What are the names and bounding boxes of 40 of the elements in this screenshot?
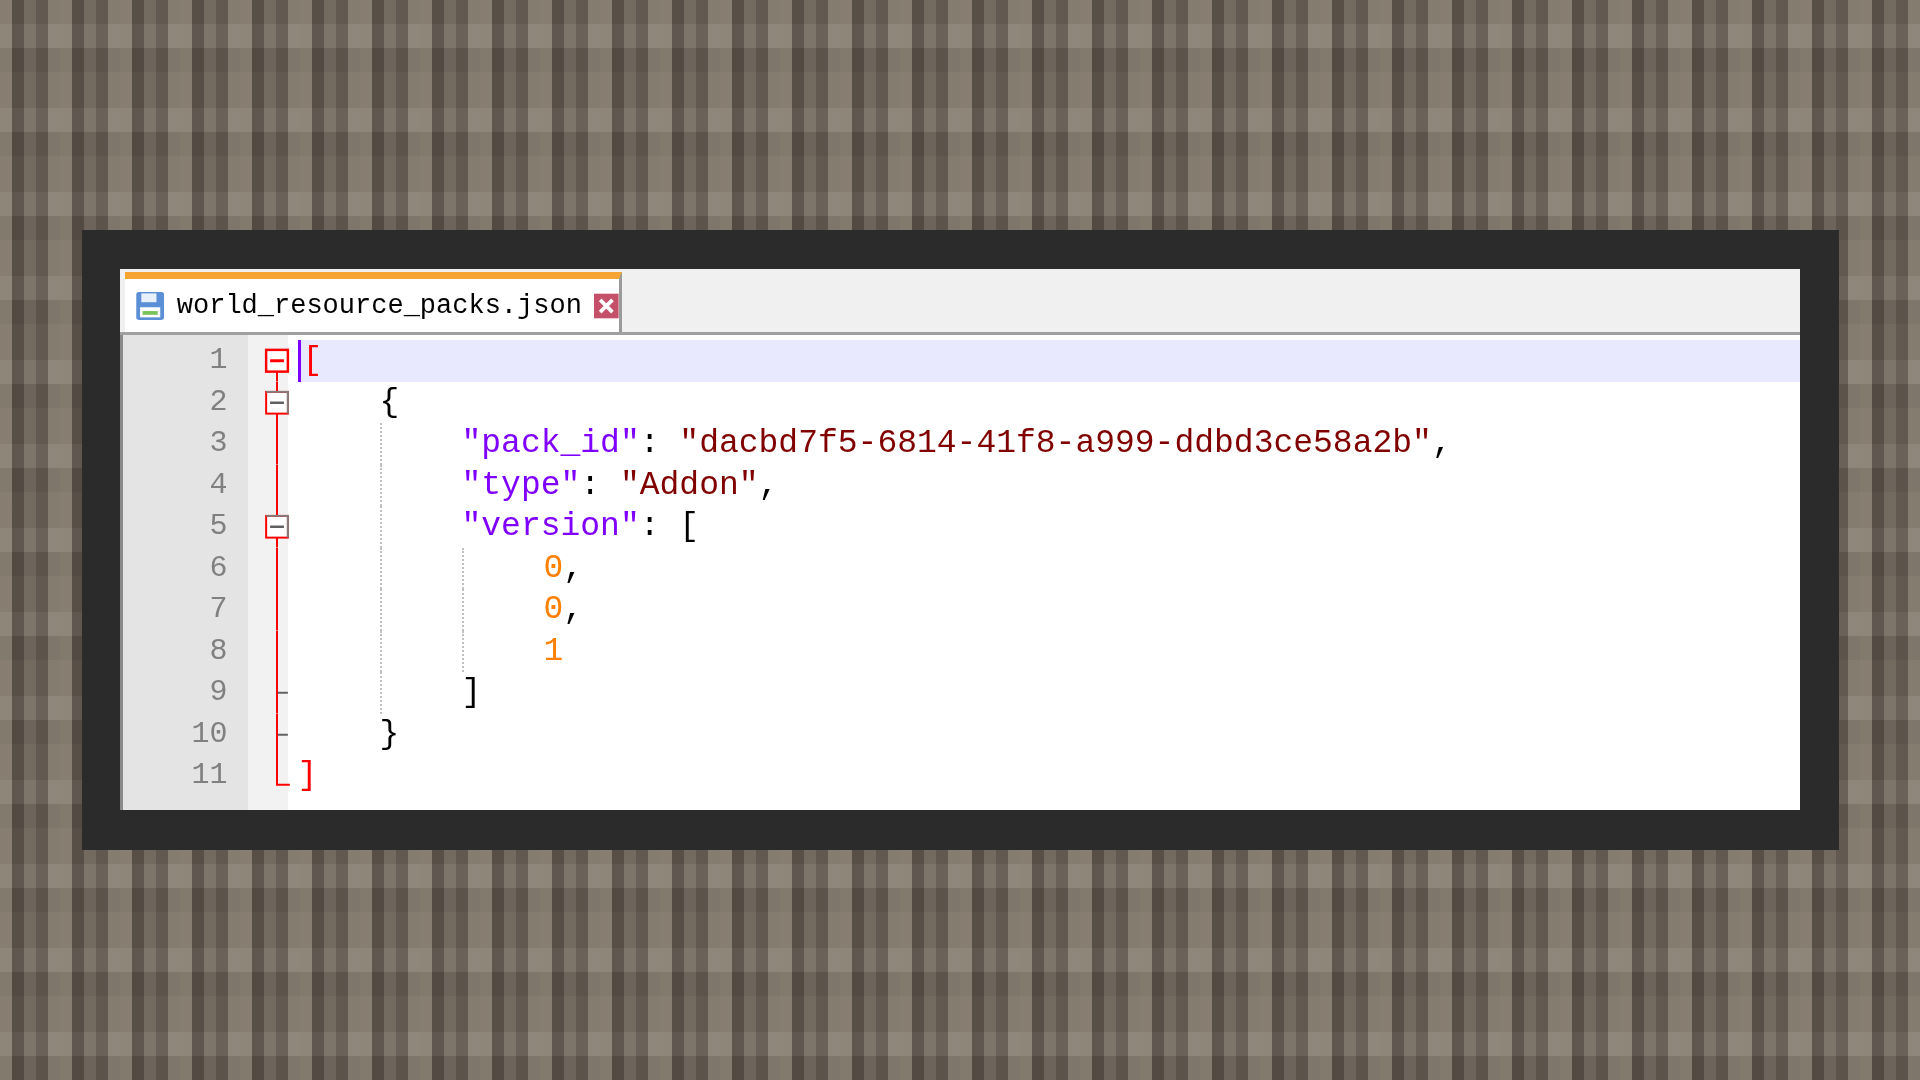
code-key: "type"	[461, 464, 581, 506]
code-number: 0	[543, 590, 564, 630]
code-brace-match: ]	[297, 756, 318, 796]
code-key: "version"	[461, 506, 640, 548]
line-number: 8	[208, 632, 229, 670]
fold-end-marker	[275, 672, 289, 714]
code-punct: :	[639, 424, 661, 464]
file-tab[interactable]: world_resource_packs.json	[124, 272, 622, 332]
fold-end-marker	[275, 755, 291, 786]
line-number: 2	[208, 383, 229, 421]
line-number: 6	[208, 549, 229, 587]
code-number: 0	[543, 548, 564, 589]
fold-end-marker	[275, 713, 289, 755]
code-punct: {	[379, 382, 400, 423]
collapse-icon[interactable]	[264, 381, 289, 423]
line-number: 1	[208, 342, 229, 379]
text-cursor	[297, 340, 301, 382]
line-number: 10	[190, 715, 229, 753]
code-punct: ,	[563, 590, 584, 630]
code-brace-match: [	[302, 341, 323, 381]
line-number: 3	[208, 425, 229, 462]
code-number: 1	[543, 631, 564, 672]
code-key: "pack_id"	[461, 423, 640, 465]
line-number: 9	[208, 674, 229, 711]
line-number: 11	[190, 757, 229, 794]
code-punct: }	[379, 714, 400, 755]
code-punct: ,	[563, 548, 584, 589]
code-string: "Addon"	[619, 465, 759, 506]
line-number: 7	[208, 591, 229, 628]
code-punct: ]	[461, 673, 482, 713]
line-number: 4	[208, 466, 229, 504]
line-number: 5	[208, 508, 229, 545]
code-punct: :	[580, 465, 602, 506]
code-punct: ,	[1431, 424, 1452, 464]
code-punct: ,	[758, 465, 779, 506]
code-punct: : [	[639, 507, 700, 547]
close-icon[interactable]	[593, 292, 619, 319]
collapse-icon[interactable]	[264, 506, 289, 548]
code-string: "dacbd7f5-6814-41f8-a999-ddbd3ce58a2b"	[679, 424, 1432, 464]
collapse-icon[interactable]	[264, 348, 289, 382]
